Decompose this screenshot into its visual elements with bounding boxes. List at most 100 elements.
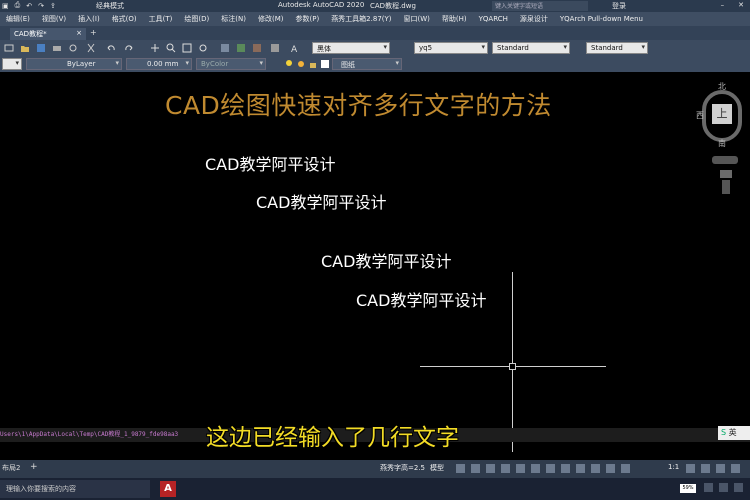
layer-select[interactable]: 图纸 ▾ <box>332 58 402 70</box>
add-layout-icon[interactable]: + <box>30 462 38 472</box>
login-button[interactable]: 登录 <box>612 1 626 11</box>
dim-style-select[interactable]: Standard ▾ <box>492 42 570 54</box>
zoom-icon[interactable] <box>166 43 176 53</box>
osnap-icon[interactable] <box>516 464 525 473</box>
menu-item[interactable]: 插入(I) <box>72 14 106 24</box>
viewcube-top-face[interactable]: 上 <box>712 104 732 124</box>
otrack-icon[interactable] <box>531 464 540 473</box>
autocad-app-icon[interactable]: A <box>160 481 176 497</box>
menu-item[interactable]: 编辑(E) <box>0 14 36 24</box>
selection-cycling-icon[interactable] <box>576 464 585 473</box>
calculator-icon[interactable] <box>270 43 280 53</box>
pan-icon[interactable] <box>150 43 160 53</box>
table-style-select[interactable]: Standard ▾ <box>586 42 648 54</box>
redo-icon[interactable]: ↷ <box>38 2 44 10</box>
undo-icon[interactable]: ↶ <box>26 2 32 10</box>
font-select[interactable]: 黑体 ▾ <box>312 42 390 54</box>
menu-item[interactable]: 视图(V) <box>36 14 72 24</box>
sun-icon[interactable] <box>296 59 306 69</box>
zoom-window-icon[interactable] <box>182 43 192 53</box>
zoom-previous-icon[interactable] <box>198 43 208 53</box>
layer-dropdown[interactable]: ▾ <box>2 58 22 70</box>
color-swatch-icon[interactable] <box>320 59 330 69</box>
annotation-scale[interactable]: 1:1 <box>668 463 679 471</box>
compass-north[interactable]: 北 <box>718 81 726 92</box>
pan-nav-icon[interactable] <box>722 180 730 194</box>
lineweight-icon[interactable] <box>546 464 555 473</box>
tool-palettes-icon[interactable] <box>252 43 262 53</box>
properties-icon[interactable] <box>220 43 230 53</box>
tab-cad-tutorial[interactable]: CAD教程* × <box>10 28 86 40</box>
isolate-icon[interactable] <box>716 464 725 473</box>
lineweight-select[interactable]: 0.00 mm ▾ <box>126 58 192 70</box>
menu-item[interactable]: 格式(O) <box>106 14 143 24</box>
menu-item[interactable]: 参数(P) <box>290 14 326 24</box>
text-line-2[interactable]: CAD教学阿平设计 <box>256 189 386 213</box>
search-input[interactable]: 键入关键字或短语 <box>492 1 588 11</box>
transparency-icon[interactable] <box>561 464 570 473</box>
plus-icon[interactable] <box>701 464 710 473</box>
volume-icon[interactable] <box>719 483 728 492</box>
new-tab-icon[interactable]: + <box>90 28 97 37</box>
model-space-toggle[interactable]: 模型 <box>430 463 444 473</box>
text-line-4[interactable]: CAD教学阿平设计 <box>356 287 486 311</box>
menu-item[interactable]: 窗口(W) <box>398 14 436 24</box>
menu-item[interactable]: 绘图(D) <box>178 14 215 24</box>
open-icon[interactable] <box>20 43 30 53</box>
network-icon[interactable] <box>704 483 713 492</box>
save-icon[interactable] <box>36 43 46 53</box>
ortho-icon[interactable] <box>486 464 495 473</box>
text-style-select[interactable]: yq5 ▾ <box>414 42 488 54</box>
menu-item[interactable]: 工具(T) <box>143 14 179 24</box>
ime-indicator[interactable]: S 英 <box>718 426 750 440</box>
design-center-icon[interactable] <box>236 43 246 53</box>
text-height-status[interactable]: 燕秀字高=2.5 <box>380 463 425 473</box>
share-icon[interactable]: ⇪ <box>50 2 56 10</box>
save-icon[interactable]: ▣ <box>2 2 9 10</box>
menu-item[interactable]: 标注(N) <box>215 14 252 24</box>
text-style-icon[interactable]: A <box>290 43 300 53</box>
annotation-icon[interactable] <box>591 464 600 473</box>
menu-icon[interactable] <box>731 464 740 473</box>
linetype-select[interactable]: ByLayer ▾ <box>26 58 122 70</box>
lock-icon[interactable] <box>308 59 318 69</box>
plot-style-select[interactable]: ByColor ▾ <box>196 58 266 70</box>
viewcube[interactable]: 北 西 南 上 <box>696 81 746 149</box>
menu-item[interactable]: YQArch Pull-down Menu <box>554 15 649 23</box>
close-tab-icon[interactable]: × <box>76 29 82 37</box>
gear-icon[interactable] <box>686 464 695 473</box>
cut-icon[interactable] <box>86 43 96 53</box>
dynamic-ucs-icon[interactable] <box>606 464 615 473</box>
plot-icon[interactable]: ⎙ <box>15 1 21 10</box>
wcs-menu[interactable] <box>712 156 738 164</box>
grid-icon[interactable] <box>456 464 465 473</box>
print-icon[interactable] <box>52 43 62 53</box>
snap-icon[interactable] <box>471 464 480 473</box>
menu-item[interactable]: 源泉设计 <box>514 14 554 24</box>
menu-item[interactable]: 修改(M) <box>252 14 290 24</box>
ime-logo-icon: S <box>721 428 727 437</box>
text-line-3[interactable]: CAD教学阿平设计 <box>321 248 451 272</box>
redo-icon[interactable] <box>124 43 134 53</box>
tab-layout2[interactable]: 布局2 <box>2 463 20 473</box>
drawing-title-text[interactable]: CAD绘图快速对齐多行文字的方法 <box>165 86 552 122</box>
menu-item[interactable]: 燕秀工具箱2.87(Y) <box>325 14 397 24</box>
rectangle-icon[interactable] <box>4 43 14 53</box>
lightbulb-icon[interactable] <box>284 59 294 69</box>
notification-icon[interactable] <box>734 483 743 492</box>
polar-icon[interactable] <box>501 464 510 473</box>
taskbar-search-input[interactable]: 理输入你要搜索的内容 <box>0 480 150 498</box>
preview-icon[interactable] <box>68 43 78 53</box>
menu-item[interactable]: YQARCH <box>473 15 514 23</box>
compass-west[interactable]: 西 <box>696 110 704 121</box>
workspace-icon[interactable] <box>621 464 630 473</box>
navigation-wheel-icon[interactable] <box>720 170 732 178</box>
compass-south[interactable]: 南 <box>718 138 726 149</box>
menu-item[interactable]: 帮助(H) <box>436 14 473 24</box>
text-line-1[interactable]: CAD教学阿平设计 <box>205 151 335 175</box>
minimize-icon[interactable]: – <box>721 1 725 9</box>
battery-icon[interactable]: 59% <box>680 484 696 493</box>
close-icon[interactable]: ✕ <box>738 1 744 9</box>
workspace-switcher[interactable]: 经典模式 <box>96 1 124 11</box>
undo-icon[interactable] <box>106 43 116 53</box>
